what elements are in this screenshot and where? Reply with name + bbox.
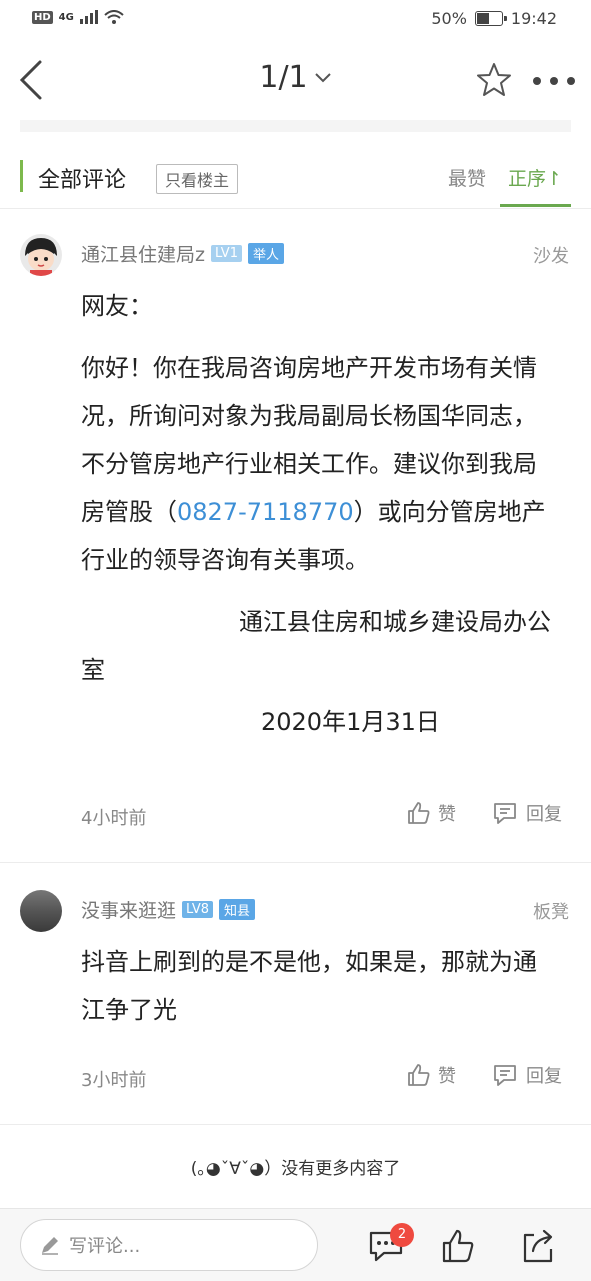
share-icon[interactable] bbox=[520, 1227, 556, 1265]
divider bbox=[0, 862, 591, 863]
avatar[interactable] bbox=[20, 234, 62, 276]
only-op-button[interactable]: 只看楼主 bbox=[156, 164, 239, 194]
star-icon[interactable] bbox=[475, 62, 513, 98]
reply-label: 回复 bbox=[526, 1066, 562, 1087]
comment-time: 4小时前 bbox=[81, 808, 147, 829]
level-badge: LV8 bbox=[182, 901, 213, 918]
pen-icon bbox=[42, 1237, 58, 1255]
level-badge: LV1 bbox=[210, 245, 242, 262]
post-date: 2020年1月31日 bbox=[261, 708, 440, 736]
signal-icon bbox=[79, 10, 98, 24]
wifi-icon bbox=[104, 10, 124, 24]
like-button[interactable]: 赞 bbox=[406, 800, 456, 826]
reply-icon bbox=[494, 1065, 516, 1086]
hd-indicator: HD bbox=[32, 10, 53, 24]
comment-body: 抖音上刷到的是不是他，如果是，那就为通江争了光 bbox=[81, 948, 537, 1024]
rank-badge: 知县 bbox=[219, 899, 256, 920]
clock: 19:42 bbox=[510, 9, 557, 28]
rank-badge: 举人 bbox=[247, 243, 284, 264]
username[interactable]: 通江县住建局z bbox=[81, 240, 205, 267]
like-label: 赞 bbox=[438, 1066, 456, 1087]
floor-label: 沙发 bbox=[533, 246, 569, 267]
all-comments-title: 全部评论 bbox=[38, 168, 127, 193]
like-button[interactable]: 赞 bbox=[406, 1062, 456, 1088]
reply-button[interactable]: 回复 bbox=[492, 1062, 562, 1088]
end-of-list-text: (｡◕ˇ∀ˇ◕）没有更多内容了 bbox=[190, 1159, 401, 1179]
reply-button[interactable]: 回复 bbox=[492, 800, 562, 826]
signature: 通江县住房和城乡建设局办公室 bbox=[81, 608, 551, 684]
status-bar: HD 4G 50% 19:42 bbox=[0, 0, 591, 40]
divider bbox=[0, 1124, 591, 1125]
write-comment-input[interactable]: 写评论... bbox=[20, 1219, 318, 1271]
section-marker bbox=[20, 160, 23, 192]
page-indicator: 1/1 bbox=[259, 60, 308, 95]
chevron-down-icon bbox=[314, 72, 331, 82]
comment-body: 网友： 你好！你在我局咨询房地产开发市场有关情况，所询问对象为我局副局长杨国华同… bbox=[81, 282, 557, 746]
more-icon[interactable] bbox=[532, 76, 576, 86]
sort-hot-tab[interactable]: 最赞 bbox=[448, 164, 486, 191]
avatar[interactable] bbox=[20, 890, 62, 932]
thumbs-up-icon bbox=[408, 802, 430, 824]
comment-paragraph: 你好！你在我局咨询房地产开发市场有关情况，所询问对象为我局副局长杨国华同志，不分… bbox=[81, 344, 557, 584]
active-tab-underline bbox=[500, 204, 571, 207]
content-strip bbox=[20, 120, 571, 132]
thumbs-up-icon bbox=[408, 1064, 430, 1086]
floor-label: 板凳 bbox=[533, 902, 569, 923]
bottom-bar: 写评论... 2 bbox=[0, 1208, 591, 1281]
like-label: 赞 bbox=[438, 804, 456, 825]
battery-percent: 50% bbox=[431, 9, 467, 28]
greeting: 网友： bbox=[81, 292, 153, 320]
nav-bar: 1/1 bbox=[0, 40, 591, 120]
reply-label: 回复 bbox=[526, 804, 562, 825]
battery-icon bbox=[474, 11, 507, 26]
sort-asc-tab[interactable]: 正序↾ bbox=[508, 164, 562, 191]
thumbs-up-icon[interactable] bbox=[440, 1227, 476, 1265]
divider bbox=[0, 208, 591, 209]
network-indicator: 4G bbox=[58, 11, 74, 23]
reply-icon bbox=[494, 803, 516, 824]
comment-time: 3小时前 bbox=[81, 1070, 147, 1091]
comment-count-badge: 2 bbox=[390, 1223, 414, 1247]
write-comment-placeholder: 写评论... bbox=[69, 1236, 141, 1257]
comment-tabs: 全部评论 只看楼主 最赞 正序↾ bbox=[0, 152, 591, 208]
phone-link[interactable]: 0827-7118770 bbox=[177, 498, 354, 526]
username[interactable]: 没事来逛逛 bbox=[81, 896, 176, 923]
